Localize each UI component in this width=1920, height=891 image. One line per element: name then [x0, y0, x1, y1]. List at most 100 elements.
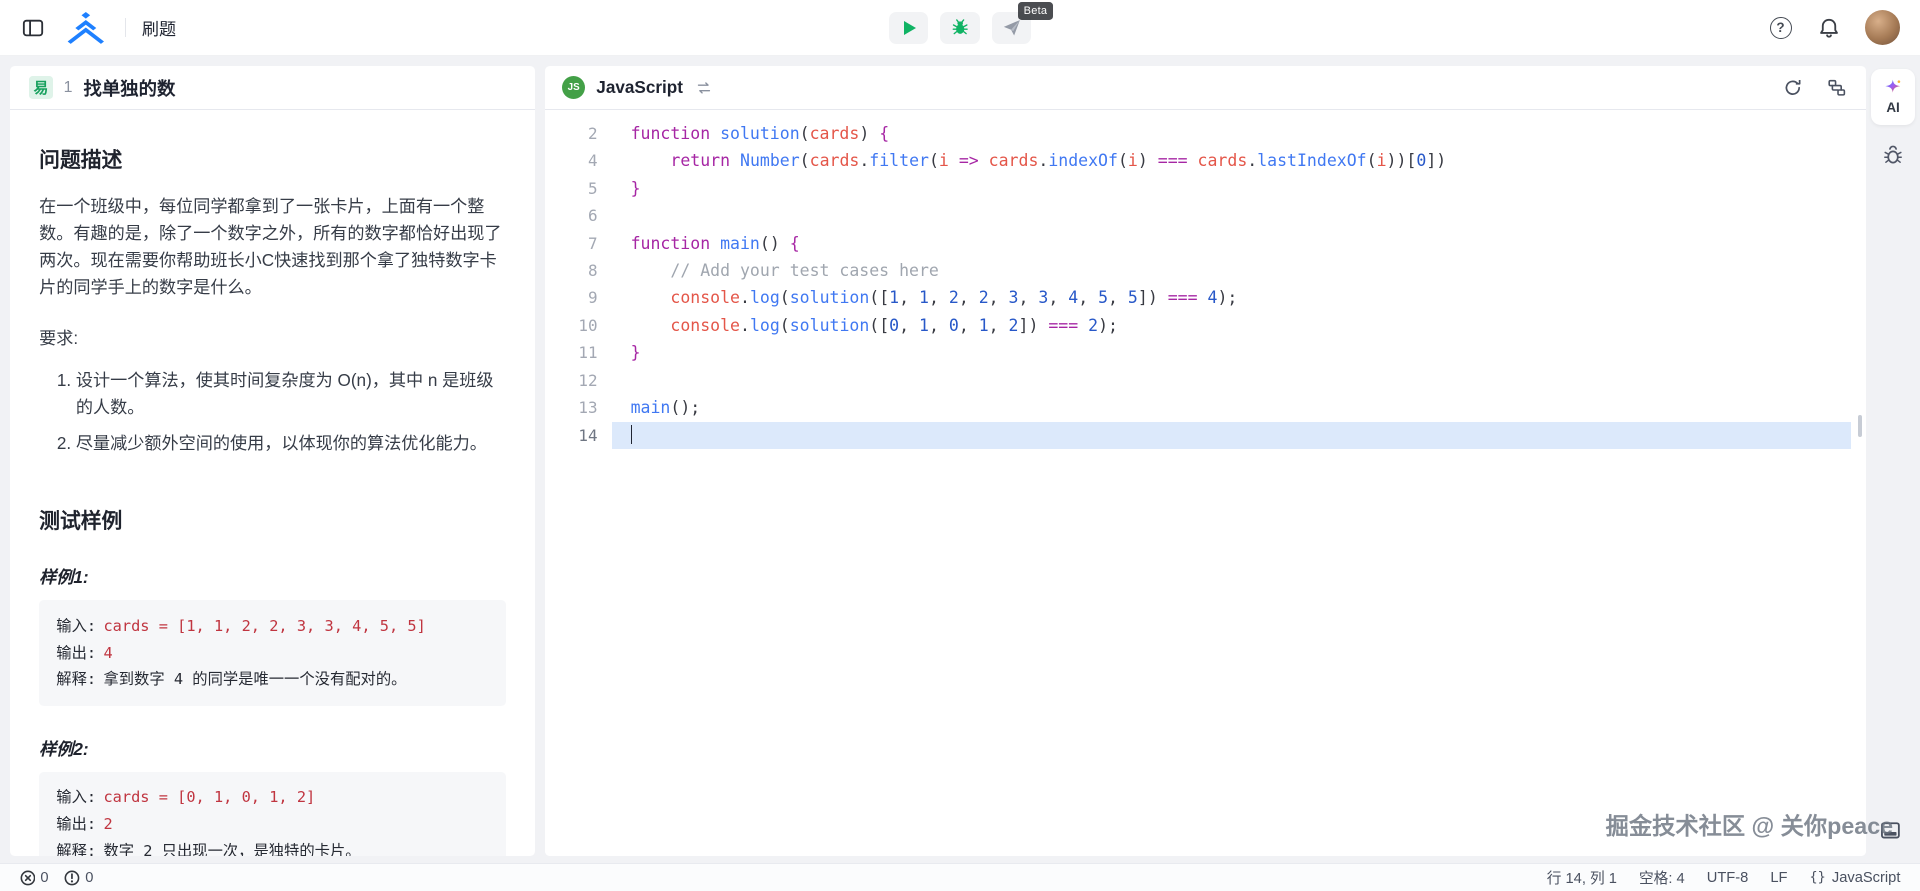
- warning-count: 0: [85, 870, 93, 886]
- line-number[interactable]: 2: [545, 120, 612, 147]
- bottom-panel-toggle-button[interactable]: [1880, 820, 1901, 846]
- juejin-logo[interactable]: [62, 9, 109, 46]
- reset-code-button[interactable]: [1781, 75, 1805, 99]
- language-switch-button[interactable]: [694, 77, 715, 98]
- ai-sparkle-icon: [1883, 78, 1903, 98]
- code-line-9[interactable]: 9 console.log(solution([1, 1, 2, 2, 3, 3…: [545, 284, 1866, 311]
- line-number[interactable]: 4: [545, 147, 612, 174]
- code-text: // Add your test cases here: [612, 257, 1851, 284]
- requirement-item: 尽量减少额外空间的使用，以体现你的算法优化能力。: [76, 430, 506, 457]
- sidebar-toggle-icon: [22, 17, 44, 39]
- eol-setting[interactable]: LF: [1770, 870, 1787, 886]
- code-line-10[interactable]: 10 console.log(solution([0, 1, 0, 1, 2])…: [545, 312, 1866, 339]
- sample-output-line: 输出:2: [56, 811, 488, 838]
- code-editor[interactable]: 2function solution(cards) {4 return Numb…: [545, 111, 1866, 856]
- code-line-5[interactable]: 5}: [545, 175, 1866, 202]
- topbar-divider: [125, 18, 126, 38]
- bug-outline-icon: [1882, 144, 1904, 166]
- code-line-2[interactable]: 2function solution(cards) {: [545, 120, 1866, 147]
- encoding-setting[interactable]: UTF-8: [1707, 870, 1749, 886]
- requirements-list: 设计一个算法，使其时间复杂度为 O(n)，其中 n 是班级的人数。 尽量减少额外…: [39, 367, 506, 458]
- line-number[interactable]: 5: [545, 175, 612, 202]
- code-line-12[interactable]: 12: [545, 367, 1866, 394]
- code-text: function main() {: [612, 230, 1851, 257]
- line-number[interactable]: 10: [545, 312, 612, 339]
- line-number[interactable]: 12: [545, 367, 612, 394]
- problem-panel: 易 1 找单独的数 问题描述 在一个班级中，每位同学都拿到了一张卡片，上面有一个…: [10, 66, 535, 856]
- cursor-position[interactable]: 行 14, 列 1: [1547, 867, 1617, 888]
- paper-plane-icon: [1002, 18, 1022, 38]
- code-text: [612, 367, 1851, 394]
- sample-2-label: 样例2:: [39, 735, 506, 760]
- topbar-right: ?: [1767, 10, 1900, 46]
- bell-icon: [1818, 17, 1840, 39]
- error-icon: [20, 870, 36, 886]
- panel-layout-icon: [1880, 820, 1901, 841]
- line-number[interactable]: 8: [545, 257, 612, 284]
- errors-indicator[interactable]: 0: [20, 870, 49, 886]
- code-line-8[interactable]: 8 // Add your test cases here: [545, 257, 1866, 284]
- line-number[interactable]: 11: [545, 339, 612, 366]
- swap-icon: [696, 80, 712, 96]
- problem-header: 易 1 找单独的数: [10, 66, 535, 110]
- editor-lines: 2function solution(cards) {4 return Numb…: [545, 120, 1866, 449]
- compare-button[interactable]: [1825, 75, 1849, 99]
- sidebar-toggle-button[interactable]: [20, 14, 47, 41]
- line-number[interactable]: 14: [545, 422, 612, 449]
- requirements-label: 要求:: [39, 325, 506, 352]
- run-button[interactable]: [889, 12, 928, 44]
- scrollbar-marker[interactable]: [1858, 415, 1863, 437]
- code-line-11[interactable]: 11}: [545, 339, 1866, 366]
- line-number[interactable]: 7: [545, 230, 612, 257]
- sample-1-label: 样例1:: [39, 563, 506, 588]
- ai-label: AI: [1886, 100, 1899, 115]
- line-number[interactable]: 9: [545, 284, 612, 311]
- code-line-4[interactable]: 4 return Number(cards.filter(i => cards.…: [545, 147, 1866, 174]
- beta-badge: Beta: [1018, 2, 1054, 20]
- code-line-14[interactable]: 14: [545, 422, 1866, 449]
- indentation-setting[interactable]: 空格: 4: [1639, 867, 1685, 888]
- code-text: }: [612, 175, 1851, 202]
- problem-title: 找单独的数: [84, 75, 176, 101]
- code-line-7[interactable]: 7function main() {: [545, 230, 1866, 257]
- topbar-left: 刷题: [20, 9, 177, 46]
- editor-language-label: JavaScript: [596, 77, 683, 98]
- difficulty-badge: 易: [29, 76, 52, 99]
- sample-output-line: 输出:4: [56, 640, 488, 667]
- line-number[interactable]: 6: [545, 202, 612, 229]
- warning-icon: [64, 870, 80, 886]
- statusbar-right: 行 14, 列 1 空格: 4 UTF-8 LF {} JavaScript: [1547, 867, 1901, 888]
- notifications-button[interactable]: [1816, 14, 1843, 41]
- code-line-13[interactable]: 13main();: [545, 394, 1866, 421]
- refresh-icon: [1783, 78, 1803, 98]
- code-text: return Number(cards.filter(i => cards.in…: [612, 147, 1851, 174]
- problem-content[interactable]: 问题描述 在一个班级中，每位同学都拿到了一张卡片，上面有一个整数。有趣的是，除了…: [10, 111, 535, 856]
- editor-header-actions: [1781, 75, 1849, 99]
- error-count: 0: [40, 870, 48, 886]
- braces-icon: {}: [1810, 870, 1826, 885]
- code-text: console.log(solution([0, 1, 0, 1, 2]) ==…: [612, 312, 1851, 339]
- language-mode-label: JavaScript: [1832, 870, 1901, 886]
- code-text: function solution(cards) {: [612, 120, 1851, 147]
- main-area: 易 1 找单独的数 问题描述 在一个班级中，每位同学都拿到了一张卡片，上面有一个…: [0, 56, 1920, 863]
- debug-button[interactable]: [940, 12, 979, 44]
- help-button[interactable]: ?: [1767, 14, 1794, 41]
- sample-1-block: 输入:cards = [1, 1, 2, 2, 3, 3, 4, 5, 5] 输…: [39, 600, 506, 705]
- language-mode[interactable]: {} JavaScript: [1810, 870, 1901, 886]
- feedback-bug-button[interactable]: [1882, 144, 1904, 171]
- bug-icon: [951, 18, 969, 36]
- editor-header: JS JavaScript: [545, 66, 1866, 110]
- ai-assistant-button[interactable]: AI: [1871, 69, 1915, 125]
- user-avatar[interactable]: [1865, 10, 1901, 46]
- help-icon: ?: [1770, 17, 1792, 39]
- editor-panel: JS JavaScript: [545, 66, 1866, 856]
- code-line-6[interactable]: 6: [545, 202, 1866, 229]
- code-text: [612, 202, 1851, 229]
- warnings-indicator[interactable]: 0: [64, 870, 93, 886]
- code-text: console.log(solution([1, 1, 2, 2, 3, 3, …: [612, 284, 1851, 311]
- play-icon: [904, 21, 916, 35]
- problem-index: 1: [64, 79, 73, 97]
- submit-button[interactable]: Beta: [992, 12, 1031, 44]
- sample-2-block: 输入:cards = [0, 1, 0, 1, 2] 输出:2 解释:数字 2 …: [39, 772, 506, 856]
- line-number[interactable]: 13: [545, 394, 612, 421]
